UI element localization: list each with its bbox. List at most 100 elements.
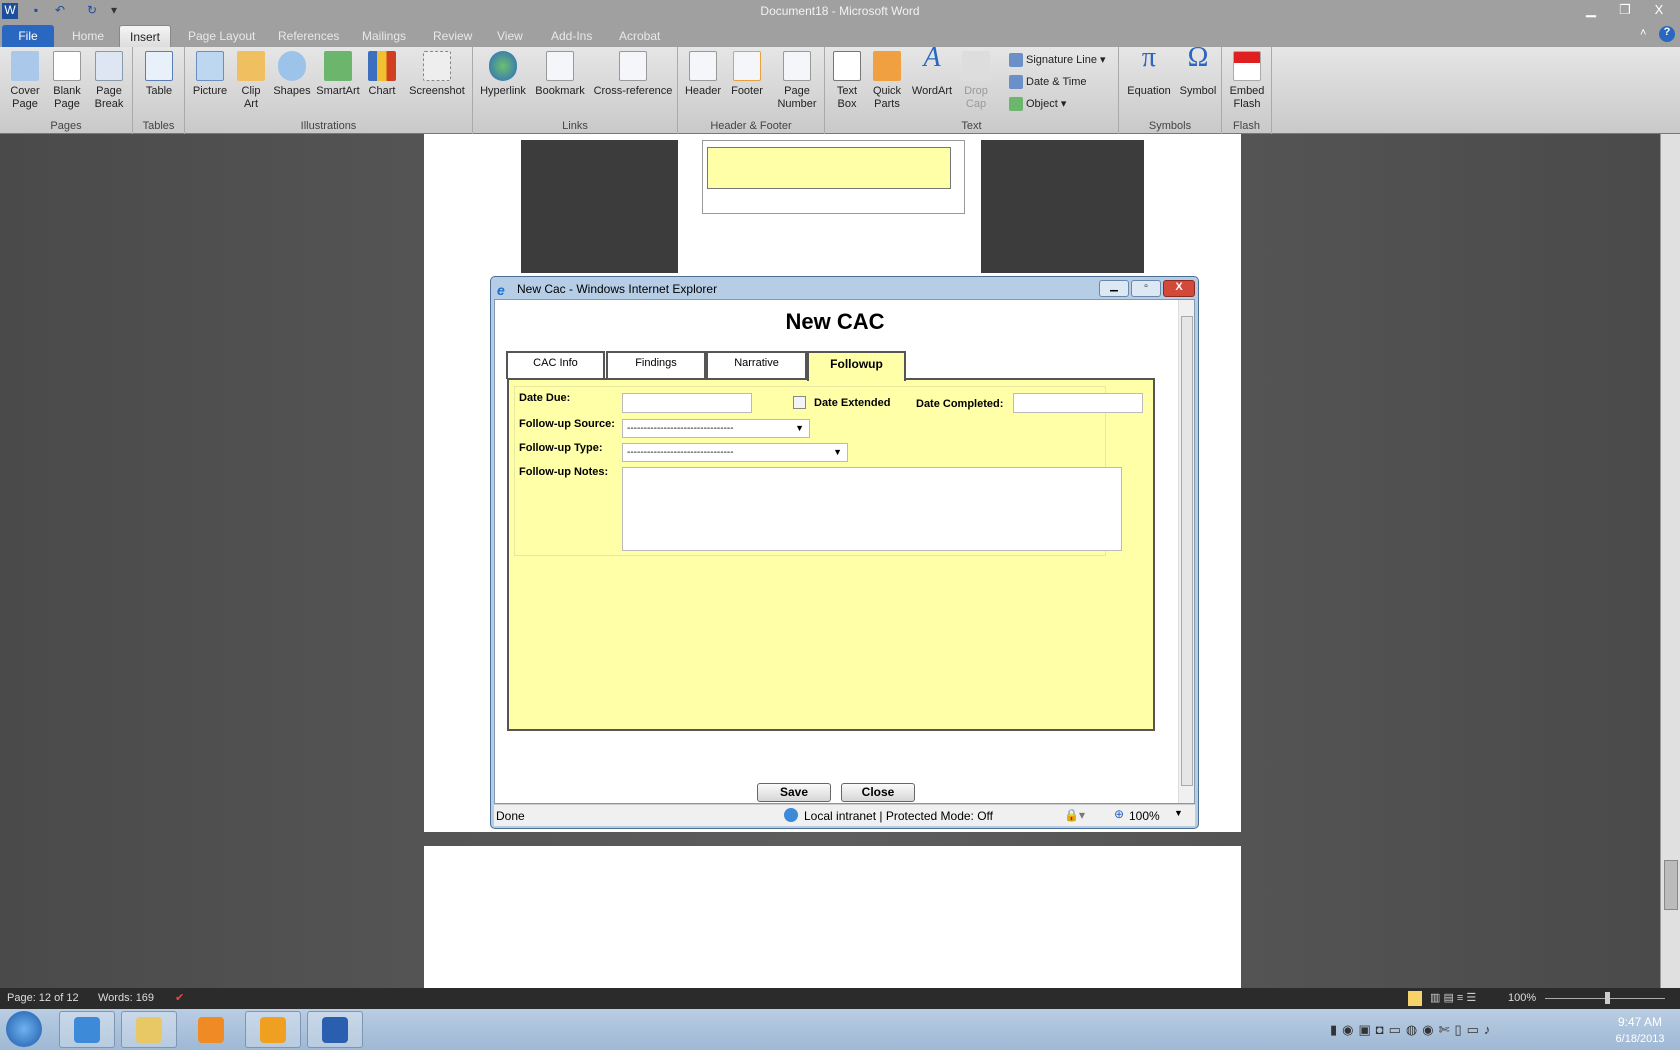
collapse-ribbon-icon[interactable]: ˄	[1640, 27, 1646, 39]
print-layout-icon[interactable]	[1408, 991, 1422, 1006]
zoom-level[interactable]: 100%	[1508, 992, 1536, 1004]
ie-scrollbar[interactable]	[1178, 300, 1194, 803]
symbol-button[interactable]: Ω Symbol	[1177, 44, 1219, 98]
shapes-button[interactable]: Shapes	[273, 51, 311, 98]
followup-fieldset: Date Due: Date Extended Date Completed: …	[514, 386, 1143, 556]
date-completed-input[interactable]	[1013, 393, 1143, 413]
wordart-button[interactable]: A WordArt	[909, 44, 955, 98]
table-button[interactable]: Table	[139, 51, 179, 98]
followup-type-select[interactable]: -------------------------------- ▼	[622, 443, 848, 462]
taskbar-media-player[interactable]	[183, 1011, 239, 1048]
ie-zoom-level[interactable]: 100%	[1129, 809, 1160, 823]
blank-page-button[interactable]: Blank Page	[48, 51, 86, 111]
page-break-button[interactable]: Page Break	[90, 51, 128, 111]
object-button[interactable]: Object ▾	[1009, 95, 1066, 113]
ie-minimize-button[interactable]: ▁	[1099, 280, 1129, 297]
equation-button[interactable]: π Equation	[1123, 44, 1175, 98]
group-label: Links	[562, 120, 588, 132]
minimize-button[interactable]: ▁	[1578, 2, 1604, 20]
chart-button[interactable]: Chart	[365, 51, 399, 98]
clip-art-button[interactable]: Clip Art	[235, 51, 267, 111]
screenshot-window	[702, 140, 965, 214]
help-icon[interactable]: ?	[1659, 26, 1675, 42]
bookmark-button[interactable]: Bookmark	[533, 51, 587, 98]
picture-button[interactable]: Picture	[190, 51, 230, 98]
date-due-input[interactable]	[622, 393, 752, 413]
taskbar-ie[interactable]	[59, 1011, 115, 1048]
tab-followup[interactable]: Followup	[807, 351, 906, 381]
embed-flash-button[interactable]: Embed Flash	[1226, 51, 1268, 111]
tab-review[interactable]: Review	[423, 25, 482, 47]
ie-icon	[74, 1017, 100, 1043]
view-mode-icons[interactable]: ▥ ▤ ≡ ☰	[1430, 991, 1476, 1004]
system-tray-icons[interactable]: ▮◉▣◘▭◍◉✄▯▭♪	[1330, 1022, 1495, 1038]
hyperlink-button[interactable]: Hyperlink	[477, 51, 529, 98]
close-button[interactable]: Close	[841, 783, 915, 802]
quick-parts-button[interactable]: Quick Parts	[869, 51, 905, 111]
cover-page-button[interactable]: Cover Page	[6, 51, 44, 111]
ie-close-button[interactable]: X	[1163, 280, 1195, 297]
start-button[interactable]	[6, 1011, 42, 1047]
taskbar-word[interactable]	[307, 1011, 363, 1048]
footer-button[interactable]: Footer	[726, 51, 768, 98]
scroll-thumb[interactable]	[1664, 860, 1678, 910]
label: SmartArt	[316, 85, 360, 97]
label: Screenshot	[409, 85, 465, 97]
group-label: Pages	[50, 120, 82, 132]
hyperlink-icon	[489, 51, 517, 81]
word-status-bar: Page: 12 of 12 Words: 169 ✔ ▥ ▤ ≡ ☰ 100%	[0, 988, 1680, 1009]
date-extended-checkbox[interactable]	[793, 396, 806, 409]
tab-acrobat[interactable]: Acrobat	[609, 25, 670, 47]
screenshot-page	[678, 140, 981, 273]
screenshot-button[interactable]: Screenshot	[407, 51, 467, 98]
restore-button[interactable]: ❐	[1612, 2, 1638, 20]
clock-time[interactable]: 9:47 AM	[1605, 1015, 1675, 1029]
tab-page-layout[interactable]: Page Layout	[178, 25, 265, 47]
vertical-scrollbar[interactable]	[1660, 134, 1680, 988]
clock-date[interactable]: 6/18/2013	[1605, 1033, 1675, 1045]
date-time-icon	[1009, 75, 1023, 90]
proofing-icon[interactable]: ✔	[175, 991, 184, 1004]
page-break-icon	[95, 51, 123, 81]
tab-file[interactable]: File	[2, 25, 54, 47]
drop-cap-button[interactable]: Drop Cap	[959, 51, 993, 111]
zoom-slider-thumb[interactable]	[1605, 992, 1610, 1004]
cross-reference-button[interactable]: Cross-reference	[591, 51, 675, 98]
taskbar-outlook[interactable]	[245, 1011, 301, 1048]
tab-insert[interactable]: Insert	[119, 25, 172, 47]
document-page-2	[424, 846, 1241, 988]
label: Date & Time	[1026, 76, 1087, 88]
tab-view[interactable]: View	[487, 25, 533, 47]
signature-line-button[interactable]: Signature Line ▾	[1009, 51, 1106, 69]
text-box-button[interactable]: Text Box	[829, 51, 865, 111]
tab-references[interactable]: References	[268, 25, 349, 47]
zoom-dropdown-icon[interactable]: ▼	[1174, 808, 1183, 818]
ie-scroll-thumb[interactable]	[1181, 316, 1193, 786]
protected-mode-icon[interactable]: 🔒▾	[1064, 808, 1085, 822]
tab-add-ins[interactable]: Add-Ins	[541, 25, 602, 47]
tab-findings[interactable]: Findings	[606, 351, 706, 379]
followup-notes-textarea[interactable]	[622, 467, 1122, 551]
tab-mailings[interactable]: Mailings	[352, 25, 416, 47]
page-count[interactable]: Page: 12 of 12	[7, 992, 79, 1004]
followup-source-select[interactable]: -------------------------------- ▼	[622, 419, 810, 438]
date-time-button[interactable]: Date & Time	[1009, 73, 1087, 91]
cover-page-icon	[11, 51, 39, 81]
tab-cac-info[interactable]: CAC Info	[506, 351, 605, 379]
tab-narrative[interactable]: Narrative	[706, 351, 807, 379]
label: Page Number	[777, 85, 817, 110]
close-button[interactable]: X	[1646, 2, 1672, 20]
ie-maximize-button[interactable]: ▫	[1131, 280, 1161, 297]
folder-icon	[136, 1017, 162, 1043]
drop-cap-icon	[962, 51, 990, 81]
word-count[interactable]: Words: 169	[98, 992, 154, 1004]
security-zone: Local intranet | Protected Mode: Off	[804, 809, 993, 823]
page-number-button[interactable]: Page Number	[772, 51, 822, 111]
tab-home[interactable]: Home	[62, 25, 114, 47]
smartart-button[interactable]: SmartArt	[315, 51, 361, 98]
screenshot-panel	[707, 147, 951, 189]
save-button[interactable]: Save	[757, 783, 831, 802]
header-button[interactable]: Header	[682, 51, 724, 98]
taskbar-explorer[interactable]	[121, 1011, 177, 1048]
label: Bookmark	[535, 85, 585, 97]
